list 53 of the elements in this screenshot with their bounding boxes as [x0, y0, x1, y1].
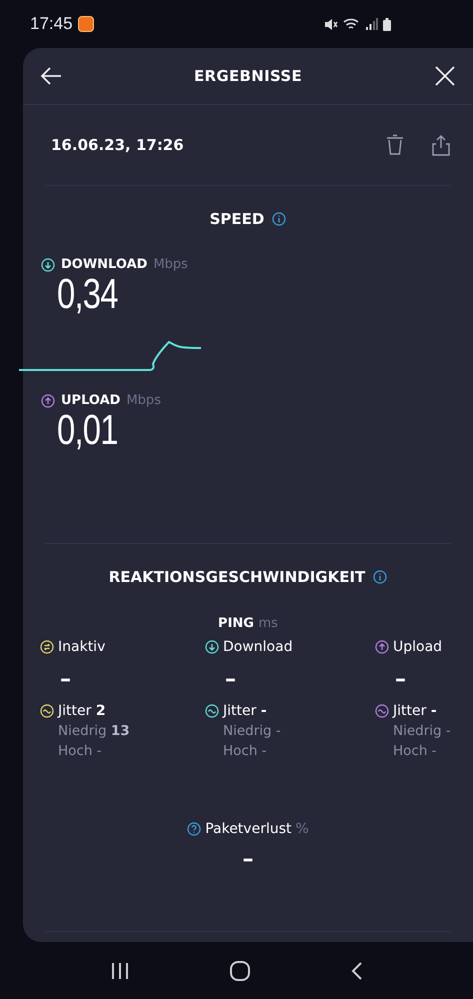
- ping-label: PING: [218, 616, 254, 631]
- section-title: SPEED: [210, 210, 264, 228]
- app-notification-icon: [78, 16, 94, 32]
- download-icon: [205, 640, 219, 654]
- jitter-value: Jitter 2: [58, 703, 106, 719]
- jitter-high: Hoch -: [58, 743, 103, 759]
- status-time: 17:45: [30, 14, 73, 34]
- jitter-value: Jitter -: [223, 703, 267, 719]
- close-icon[interactable]: [432, 64, 457, 88]
- ping-type-label: Inaktiv: [58, 639, 106, 655]
- back-icon[interactable]: [350, 960, 364, 980]
- mute-icon: [324, 18, 338, 30]
- jitter-high: Hoch -: [223, 743, 268, 759]
- share-icon[interactable]: [431, 134, 451, 156]
- screen-title: ERGEBNISSE: [194, 67, 302, 85]
- metric-label: DOWNLOAD: [61, 257, 148, 272]
- idle-icon: [40, 640, 54, 654]
- info-icon[interactable]: [373, 570, 388, 584]
- jitter-low: Niedrig 13: [58, 723, 131, 739]
- result-date: 16.06.23, 17:26: [51, 136, 184, 154]
- section-title: REAKTIONSGESCHWINDIGKEIT: [108, 568, 366, 586]
- jitter-low: Niedrig -: [223, 723, 282, 739]
- packet-loss-value: –: [242, 847, 254, 873]
- upload-icon: [41, 394, 55, 408]
- signal-icon: [366, 18, 378, 30]
- info-icon[interactable]: [272, 212, 286, 226]
- help-icon[interactable]: [187, 822, 202, 836]
- ping-type-label: Upload: [393, 639, 442, 655]
- jitter-icon: [375, 704, 389, 718]
- ping-type-label: Download: [223, 639, 293, 655]
- jitter-high: Hoch -: [393, 743, 438, 759]
- ping-value: –: [395, 667, 407, 693]
- trash-icon[interactable]: [385, 134, 405, 156]
- download-icon: [41, 258, 55, 272]
- jitter-icon: [205, 704, 219, 718]
- unit-label: Mbps: [153, 257, 188, 272]
- speed-value: 0,34: [57, 270, 118, 318]
- unit-label: Mbps: [126, 393, 161, 408]
- unit-label: %: [296, 821, 309, 837]
- battery-icon: [383, 18, 391, 30]
- jitter-value: Jitter -: [393, 703, 437, 719]
- jitter-icon: [40, 704, 54, 718]
- wifi-icon: [343, 17, 361, 31]
- ping-value: –: [225, 667, 237, 693]
- upload-icon: [375, 640, 389, 654]
- recent-apps-icon[interactable]: [110, 962, 130, 980]
- home-icon[interactable]: [228, 960, 250, 982]
- unit-label: ms: [258, 616, 278, 631]
- metric-label: UPLOAD: [61, 393, 120, 408]
- packet-loss-label: Paketverlust: [205, 821, 292, 837]
- jitter-low: Niedrig -: [393, 723, 452, 739]
- speed-value: 0,01: [57, 406, 118, 454]
- ping-value: –: [60, 667, 72, 693]
